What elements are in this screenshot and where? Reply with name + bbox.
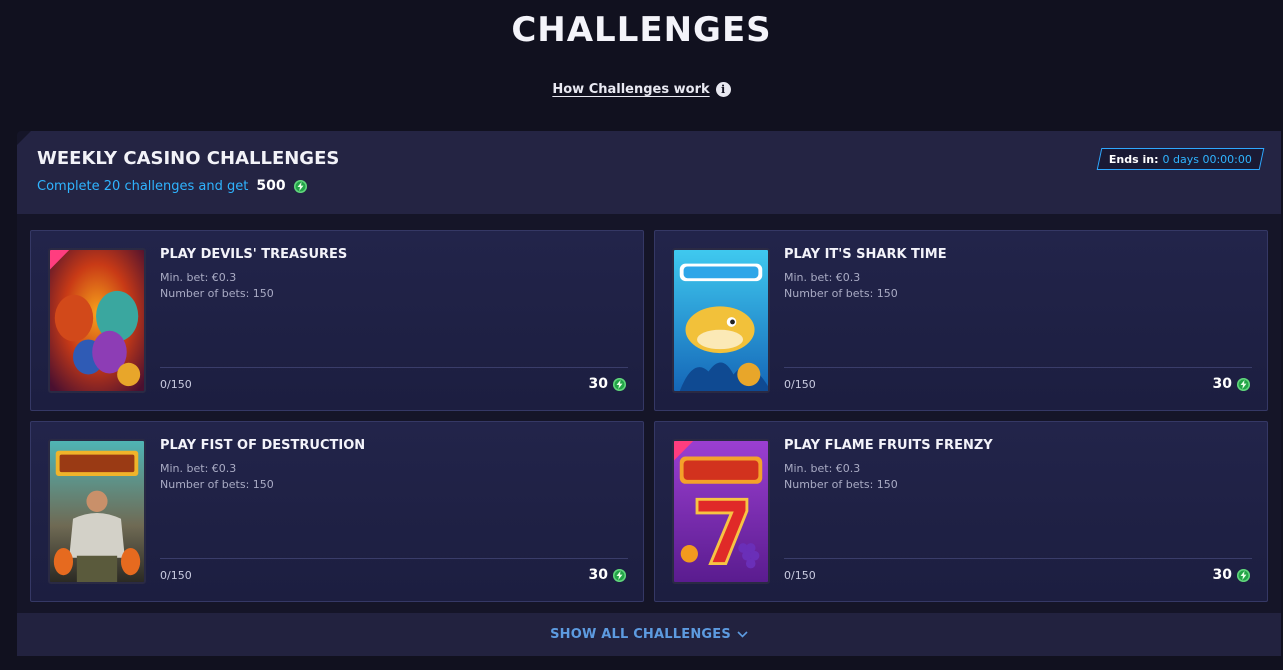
coin-icon [1237, 568, 1250, 582]
coin-icon [1237, 377, 1250, 391]
challenge-min-bet: Min. bet: €0.3 [160, 462, 237, 475]
divider [784, 558, 1252, 559]
reward-amount: 30 [588, 567, 608, 583]
how-challenges-work: How Challenges work i [0, 82, 1283, 97]
coin-icon [613, 568, 626, 582]
challenge-title: PLAY FIST OF DESTRUCTION [160, 438, 366, 453]
challenge-card[interactable]: PLAY DEVILS' TREASURES Min. bet: €0.3 Nu… [30, 230, 644, 411]
ends-in-label: Ends in: [1109, 152, 1159, 166]
challenge-number-of-bets: Number of bets: 150 [160, 478, 274, 491]
challenge-card[interactable]: PLAY IT'S SHARK TIME Min. bet: €0.3 Numb… [654, 230, 1268, 411]
panel-reward-amount: 500 [256, 178, 286, 194]
challenge-title: PLAY FLAME FRUITS FRENZY [784, 438, 993, 453]
challenge-number-of-bets: Number of bets: 150 [160, 287, 274, 300]
chevron-down-icon [737, 631, 748, 638]
game-thumbnail-fist-of-destruction[interactable] [48, 439, 146, 584]
divider [784, 367, 1252, 368]
panel-subtitle-text: Complete 20 challenges and get [37, 178, 249, 194]
panel-header [17, 131, 1281, 214]
game-thumbnail-flame-fruits-frenzy[interactable] [672, 439, 770, 584]
challenge-card[interactable]: PLAY FLAME FRUITS FRENZY Min. bet: €0.3 … [654, 421, 1268, 602]
reward-amount: 30 [588, 376, 608, 392]
show-all-challenges-button[interactable]: SHOW ALL CHALLENGES [17, 613, 1281, 656]
reward-amount: 30 [1212, 376, 1232, 392]
ends-in-timer: Ends in: 0 days 00:00:00 [1096, 148, 1265, 170]
coin-icon [293, 179, 307, 193]
game-thumbnail-devils-treasures[interactable] [48, 248, 146, 393]
challenge-title: PLAY IT'S SHARK TIME [784, 247, 947, 262]
challenge-min-bet: Min. bet: €0.3 [160, 271, 237, 284]
show-all-label: SHOW ALL CHALLENGES [550, 627, 731, 642]
panel-title: WEEKLY CASINO CHALLENGES [37, 148, 340, 169]
panel-subtitle: Complete 20 challenges and get 500 [37, 178, 307, 194]
reward-amount: 30 [1212, 567, 1232, 583]
challenge-progress: 0/150 [160, 378, 192, 391]
challenge-min-bet: Min. bet: €0.3 [784, 462, 861, 475]
challenge-reward: 30 [589, 376, 626, 392]
divider [160, 558, 628, 559]
challenge-progress: 0/150 [784, 569, 816, 582]
game-thumbnail-shark-time[interactable] [672, 248, 770, 393]
challenge-number-of-bets: Number of bets: 150 [784, 478, 898, 491]
coin-icon [613, 377, 626, 391]
divider [160, 367, 628, 368]
challenge-progress: 0/150 [160, 569, 192, 582]
challenge-card[interactable]: PLAY FIST OF DESTRUCTION Min. bet: €0.3 … [30, 421, 644, 602]
challenge-min-bet: Min. bet: €0.3 [784, 271, 861, 284]
challenge-reward: 30 [589, 567, 626, 583]
page-title: CHALLENGES [511, 10, 772, 50]
ends-in-value: 0 days 00:00:00 [1162, 152, 1252, 166]
challenge-number-of-bets: Number of bets: 150 [784, 287, 898, 300]
info-icon[interactable]: i [715, 82, 731, 97]
challenge-reward: 30 [1213, 567, 1250, 583]
challenge-progress: 0/150 [784, 378, 816, 391]
how-challenges-work-link[interactable]: How Challenges work [552, 82, 709, 97]
challenge-title: PLAY DEVILS' TREASURES [160, 247, 348, 262]
challenge-reward: 30 [1213, 376, 1250, 392]
